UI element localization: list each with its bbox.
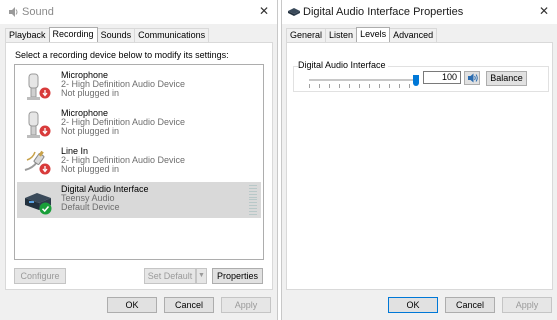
close-button[interactable]: ✕ [257,4,271,18]
not-plugged-badge-icon [39,125,51,139]
speaker-icon [8,7,19,19]
audio-interface-icon [288,8,300,18]
tab-recording[interactable]: Recording [48,27,98,42]
tab-communications[interactable]: Communications [134,28,210,42]
set-default-button[interactable]: Set Default [144,268,196,284]
tab-playback[interactable]: Playback [5,28,50,42]
cancel-button[interactable]: Cancel [445,297,495,313]
level-meter [249,185,257,215]
level-value-input[interactable]: 100 [423,71,461,84]
configure-button[interactable]: Configure [14,268,66,284]
device-status: Not plugged in [61,88,120,98]
close-button[interactable]: ✕ [537,4,551,18]
tab-levels[interactable]: Levels [356,27,391,42]
not-plugged-badge-icon [39,87,51,101]
properties-window: Digital Audio Interface Properties ✕ Gen… [281,0,557,320]
ok-button[interactable]: OK [388,297,438,313]
instruction-text: Select a recording device below to modif… [15,50,229,60]
slider-thumb[interactable] [413,75,419,86]
window-title: Digital Audio Interface Properties [303,6,464,18]
properties-button[interactable]: Properties [212,268,263,284]
ok-button[interactable]: OK [107,297,157,313]
properties-titlebar: Digital Audio Interface Properties ✕ [282,0,557,24]
device-list[interactable]: Microphone 2- High Definition Audio Devi… [14,64,264,260]
speaker-volume-icon [467,73,478,85]
default-device-check-icon [39,202,52,217]
sound-window: Sound ✕ Playback Recording Sounds Commun… [0,0,278,320]
sound-tabs: Playback Recording Sounds Communications [5,27,210,42]
cancel-button[interactable]: Cancel [164,297,214,313]
list-item[interactable]: Microphone 2- High Definition Audio Devi… [17,68,261,104]
mute-button[interactable] [464,71,480,85]
set-default-dropdown-arrow[interactable]: ▼ [196,268,207,284]
device-status: Not plugged in [61,164,120,174]
sound-titlebar: Sound ✕ [0,0,277,24]
window-title: Sound [22,6,54,18]
balance-button[interactable]: Balance [486,71,527,86]
device-status: Not plugged in [61,126,120,136]
level-slider[interactable] [309,74,419,88]
tab-listen[interactable]: Listen [325,28,358,42]
not-plugged-badge-icon [39,163,51,177]
tab-general[interactable]: General [286,28,327,42]
tab-sounds[interactable]: Sounds [96,28,136,42]
list-item-selected[interactable]: Digital Audio Interface Teensy Audio Def… [17,182,261,218]
apply-button[interactable]: Apply [502,297,552,313]
device-status: Default Device [61,202,120,212]
apply-button[interactable]: Apply [221,297,271,313]
list-item[interactable]: Microphone 2- High Definition Audio Devi… [17,106,261,142]
tab-advanced[interactable]: Advanced [389,28,438,42]
list-item[interactable]: Line In 2- High Definition Audio Device … [17,144,261,180]
level-group-label: Digital Audio Interface [298,60,388,70]
properties-tabs: General Listen Levels Advanced [286,27,438,42]
